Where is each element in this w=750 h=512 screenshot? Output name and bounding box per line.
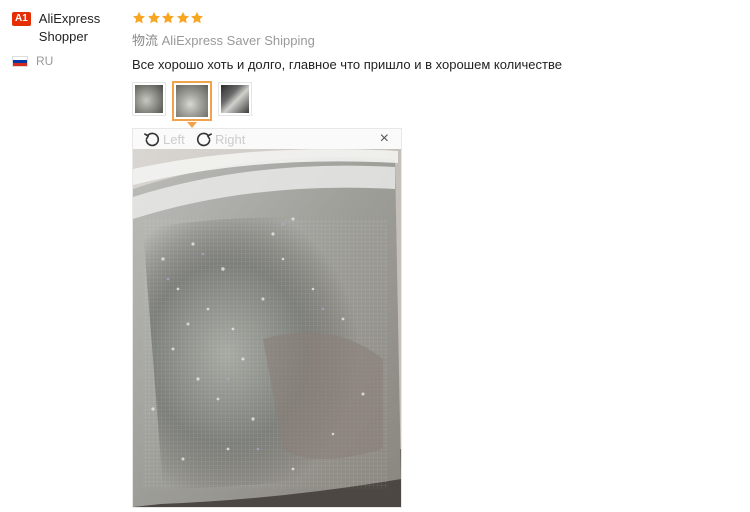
review-thumbnail-selected[interactable] (172, 81, 212, 128)
reviewer-country: RU (12, 54, 122, 68)
star-icon (190, 11, 204, 24)
star-rating (132, 10, 732, 26)
reviewer-name: AliExpress Shopper (38, 11, 101, 44)
star-icon (147, 11, 160, 24)
star-icon (132, 11, 146, 24)
viewer-toolbar: Left Right × (133, 129, 401, 149)
rotate-left-button[interactable]: Left (143, 130, 185, 148)
buyer-level-badge: A1 (12, 12, 31, 26)
thumbnail-image (176, 85, 208, 117)
review-item: A1 AliExpress Shopper RU 物流 AliExpress S… (0, 0, 750, 512)
rotate-right-label: Right (215, 131, 246, 147)
reviewer-name-row: A1 AliExpress Shopper (12, 10, 122, 46)
russia-flag-icon (12, 55, 28, 67)
star-icon (161, 11, 175, 24)
rotate-left-icon (144, 132, 160, 147)
rotate-right-button[interactable]: Right (195, 130, 245, 148)
rhinestone-bag-image (133, 149, 401, 507)
rotate-right-icon (196, 132, 212, 147)
reviewer-info: A1 AliExpress Shopper RU (12, 10, 122, 68)
close-viewer-button[interactable]: × (380, 131, 389, 147)
star-icon (176, 11, 189, 24)
thumbnail-image (221, 85, 249, 113)
review-thumbnail[interactable] (218, 82, 252, 116)
shipping-name: AliExpress Saver Shipping (161, 33, 315, 48)
shipping-method: 物流 AliExpress Saver Shipping (132, 32, 732, 50)
review-thumbnails (132, 81, 732, 128)
thumbnail-image (135, 85, 163, 113)
review-body: 物流 AliExpress Saver Shipping Все хорошо … (132, 10, 732, 128)
logistics-label: 物流 (132, 33, 159, 48)
country-code: RU (36, 54, 54, 68)
image-viewer: Left Right × (132, 128, 402, 508)
review-text: Все хорошо хоть и долго, главное что при… (132, 57, 562, 72)
rotate-left-label: Left (163, 131, 185, 147)
review-photo (133, 149, 401, 507)
review-thumbnail[interactable] (132, 82, 166, 116)
